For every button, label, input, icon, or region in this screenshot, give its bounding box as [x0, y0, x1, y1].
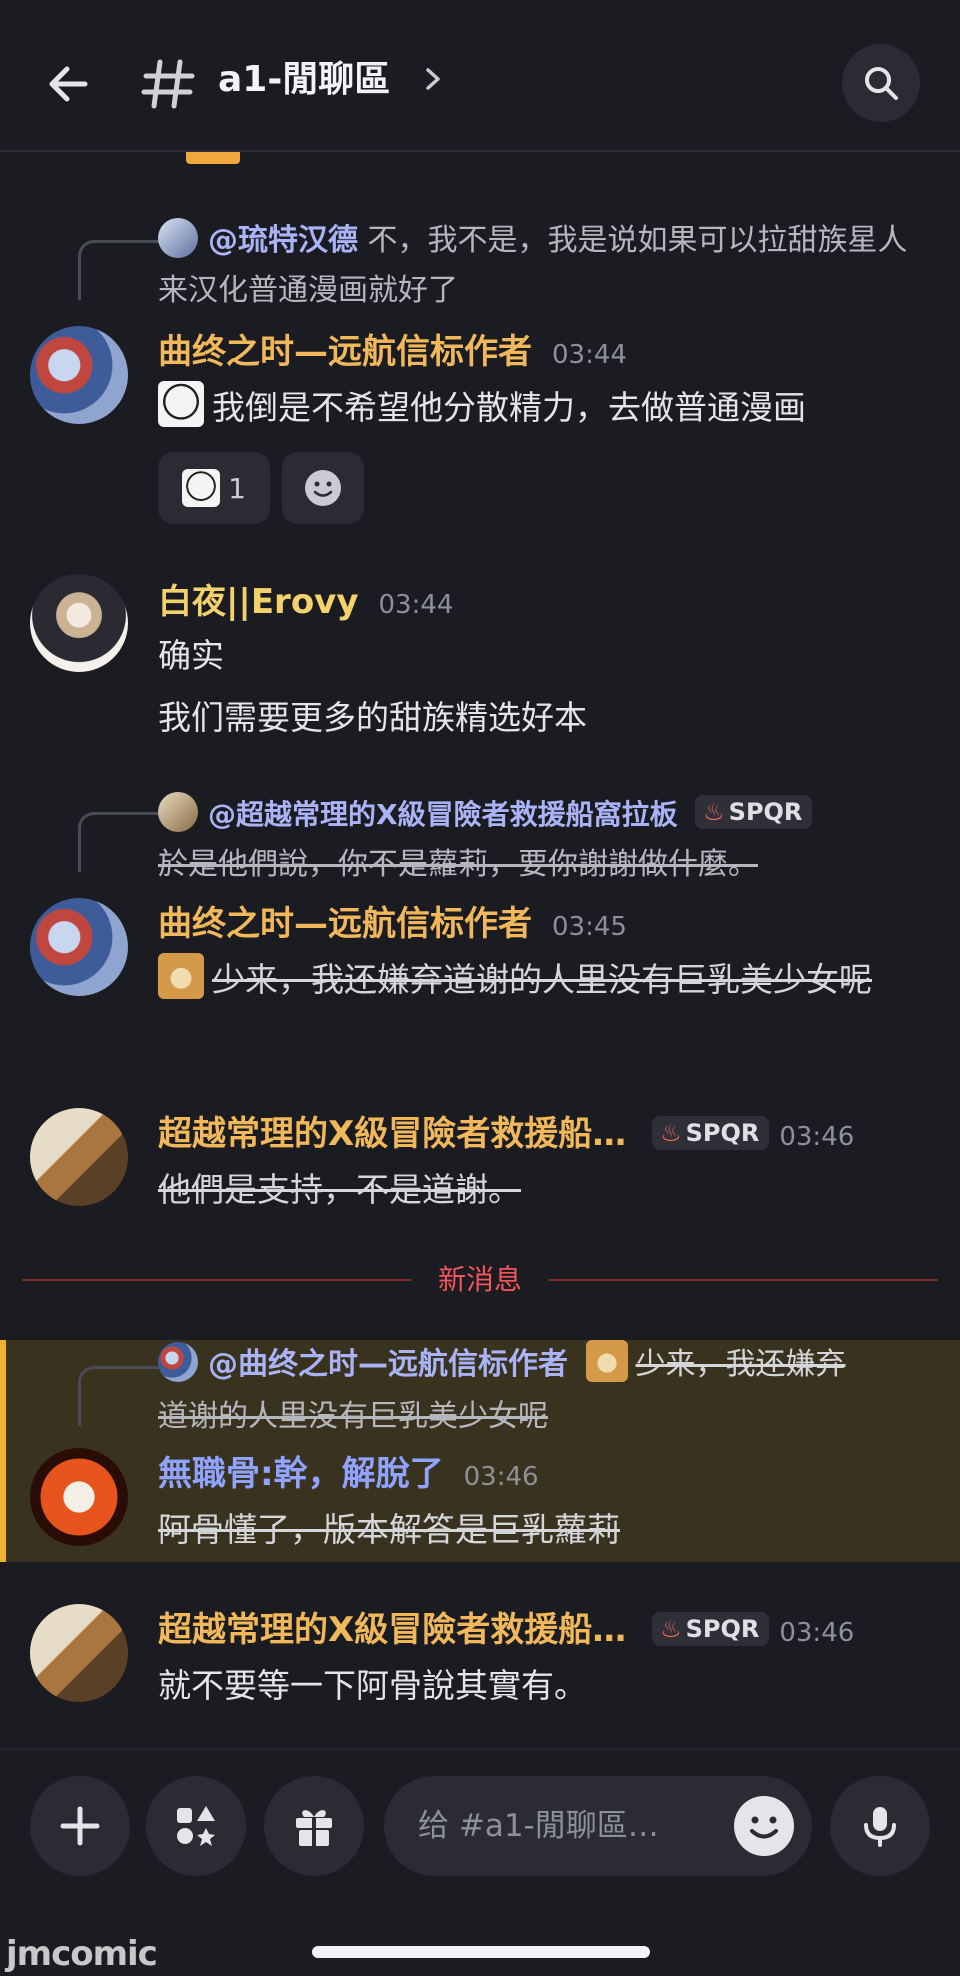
reaction-chip[interactable]: 1 — [158, 452, 270, 524]
search-button[interactable] — [842, 44, 920, 122]
timestamp: 03:45 — [552, 912, 627, 942]
timestamp: 03:44 — [552, 340, 627, 370]
avatar[interactable] — [30, 326, 128, 424]
reply-preview[interactable]: @曲终之时—远航信标作者 少来，我还嫌弃 — [158, 1340, 928, 1390]
message-text: 我倒是不希望他分散精力，去做普通漫画 — [158, 380, 928, 436]
flame-icon: ♨ — [703, 798, 725, 826]
author-name[interactable]: 曲终之时—远航信标作者 03:44 — [158, 330, 627, 377]
smiley-icon — [750, 1816, 778, 1839]
doge-emoji — [585, 1340, 628, 1382]
channel-header: a1-閒聊區 — [0, 0, 960, 152]
avatar[interactable] — [30, 898, 128, 996]
channel-title[interactable]: a1-閒聊區 — [218, 56, 390, 104]
flame-icon: ♨ — [660, 1119, 682, 1147]
meme-face-emoji — [182, 469, 221, 507]
reply-mention[interactable]: @曲终之时—远航信标作者 — [208, 1347, 568, 1382]
reaction-count: 1 — [228, 471, 246, 505]
reply-mention[interactable]: @超越常理的X級冒險者救援船窩拉板 — [208, 798, 678, 831]
voice-message-button[interactable] — [830, 1776, 930, 1876]
server-tag: ♨ SPQR — [652, 1116, 770, 1150]
timestamp: 03:46 — [463, 1462, 539, 1492]
add-reaction-button[interactable] — [282, 452, 364, 524]
flame-icon: ♨ — [660, 1615, 682, 1643]
doge-emoji — [158, 953, 204, 999]
reply-avatar — [158, 792, 198, 832]
apps-icon — [177, 1806, 215, 1846]
avatar[interactable] — [30, 574, 128, 672]
avatar[interactable] — [30, 1448, 128, 1546]
plus-icon — [60, 1806, 100, 1846]
author-name[interactable]: 超越常理的X級冒險者救援船… ♨ SPQR 03:46 — [158, 1112, 854, 1159]
message-composer: 给 #a1-閒聊區… jmcomic — [0, 1748, 960, 1976]
reply-mention[interactable]: @琉特汉德 — [208, 223, 358, 258]
reply-avatar — [158, 218, 198, 258]
smiley-icon — [305, 470, 341, 506]
watermark-logo: jmcomic — [6, 1934, 158, 1974]
author-name[interactable]: 超越常理的X級冒險者救援船… ♨ SPQR 03:46 — [158, 1608, 854, 1655]
message-text: 确实 — [158, 636, 224, 675]
reply-text: 於是他們說，你不是蘿莉，要你謝謝做什麼。 — [158, 847, 758, 882]
reply-preview[interactable]: @超越常理的X級冒險者救援船窩拉板 ♨ SPQR — [158, 790, 928, 840]
unread-indicator — [186, 152, 240, 164]
new-messages-label: 新消息 — [412, 1260, 548, 1300]
author-name[interactable]: 曲终之时—远航信标作者 03:45 — [158, 902, 627, 949]
message-text: 少来，我还嫌弃道谢的人里没有巨乳美少女呢 — [158, 952, 928, 1008]
reply-connector — [78, 1366, 164, 1426]
back-button[interactable] — [40, 56, 96, 112]
arrow-left-icon — [49, 66, 88, 102]
reply-preview[interactable]: @琉特汉德 不，我不是，我是说如果可以拉甜族星人来汉化普通漫画就好了 — [158, 216, 928, 316]
message-text: 他們是支持，不是道謝。 — [158, 1170, 521, 1209]
reply-avatar — [158, 1342, 198, 1382]
reply-connector — [78, 240, 164, 300]
microphone-icon — [864, 1807, 896, 1847]
server-tag: ♨ SPQR — [652, 1612, 770, 1646]
server-tag: ♨ SPQR — [695, 795, 813, 829]
apps-button[interactable] — [146, 1776, 246, 1876]
message-text: 阿骨懂了，版本解答是巨乳蘿莉 — [158, 1510, 620, 1549]
author-name[interactable]: 無職骨:幹，解脫了 03:46 — [158, 1452, 539, 1499]
reply-text: 道谢的人里没有巨乳美少女呢 — [158, 1399, 548, 1434]
add-attachment-button[interactable] — [30, 1776, 130, 1876]
avatar[interactable] — [30, 1108, 128, 1206]
gift-button[interactable] — [264, 1776, 364, 1876]
timestamp: 03:46 — [779, 1618, 855, 1648]
hash-icon — [141, 59, 195, 109]
author-name[interactable]: 白夜||Erovy 03:44 — [158, 580, 453, 627]
emoji-picker-button[interactable] — [734, 1796, 794, 1856]
timestamp: 03:46 — [779, 1122, 855, 1152]
gift-icon — [296, 1810, 332, 1846]
search-icon — [865, 67, 898, 100]
message-text: 就不要等一下阿骨說其實有。 — [158, 1666, 587, 1705]
home-indicator[interactable] — [312, 1946, 650, 1958]
reply-connector — [78, 812, 164, 872]
chevron-right-icon[interactable] — [418, 64, 448, 94]
message-text: 我们需要更多的甜族精选好本 — [158, 698, 587, 737]
timestamp: 03:44 — [378, 590, 454, 620]
meme-face-emoji — [158, 381, 204, 427]
avatar[interactable] — [30, 1604, 128, 1702]
